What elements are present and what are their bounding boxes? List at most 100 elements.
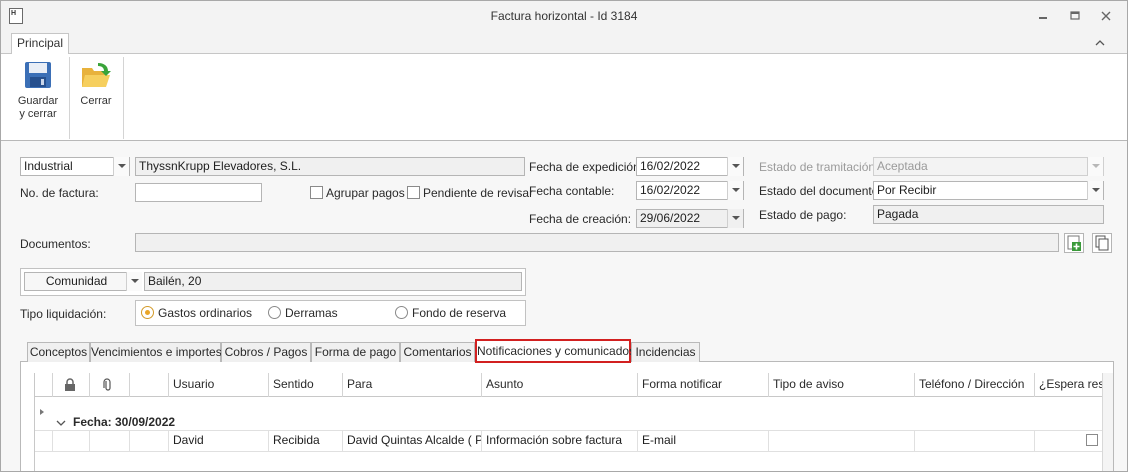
ribbon-tab-bar bbox=[1, 31, 1127, 53]
col-sentido[interactable]: Sentido bbox=[269, 373, 343, 397]
fecha-creacion-label: Fecha de creación: bbox=[529, 212, 632, 226]
estado-pago-label: Estado de pago: bbox=[759, 208, 847, 222]
espera-respuesta-checkbox[interactable] bbox=[1086, 434, 1098, 446]
agrupar-label: Agrupar pagos bbox=[326, 186, 405, 200]
copy-icon bbox=[1095, 235, 1109, 251]
cell-espera-respuesta[interactable] bbox=[1035, 430, 1102, 451]
tab-incidencias[interactable]: Incidencias bbox=[631, 342, 700, 362]
estado-tramitacion-dropdown-icon bbox=[1087, 157, 1103, 176]
radio-gastos-ordinarios[interactable] bbox=[141, 306, 154, 319]
cell-blank bbox=[130, 430, 169, 451]
estado-documento-value: Por Recibir bbox=[877, 183, 937, 197]
col-asunto[interactable]: Asunto bbox=[482, 373, 638, 397]
ribbon-separator bbox=[123, 57, 124, 139]
radio-gastos-label: Gastos ordinarios bbox=[158, 306, 253, 320]
tab-forma-pago[interactable]: Forma de pago bbox=[311, 342, 400, 362]
floppy-disk-icon bbox=[25, 62, 51, 88]
grid-scrollbar[interactable] bbox=[1102, 373, 1113, 471]
close-button[interactable]: Cerrar bbox=[75, 57, 117, 108]
pendiente-label: Pendiente de revisar bbox=[423, 186, 534, 200]
fecha-contable-value: 16/02/2022 bbox=[640, 183, 701, 197]
radio-fondo-label: Fondo de reserva bbox=[412, 306, 507, 320]
minimize-icon[interactable] bbox=[1035, 8, 1051, 24]
col-indicator bbox=[35, 373, 53, 397]
radio-derramas[interactable] bbox=[268, 306, 281, 319]
col-forma-notificar[interactable]: Forma notificar bbox=[638, 373, 769, 397]
col-usuario[interactable]: Usuario bbox=[169, 373, 269, 397]
tipo-dropdown-icon[interactable] bbox=[113, 157, 129, 176]
col-blank bbox=[130, 373, 169, 397]
col-espera-respuesta[interactable]: ¿Espera resp bbox=[1035, 373, 1102, 397]
group-date-label: Fecha: 30/09/2022 bbox=[73, 415, 176, 429]
save-close-button[interactable]: Guardar y cerrar bbox=[13, 57, 63, 121]
ribbon-separator bbox=[69, 57, 70, 139]
tipo-value: Industrial bbox=[24, 159, 73, 173]
ribbon-panel bbox=[1, 53, 1127, 141]
tab-comentarios[interactable]: Comentarios bbox=[400, 342, 475, 362]
estado-tramitacion-field: Aceptada bbox=[873, 157, 1104, 176]
lock-icon bbox=[65, 378, 75, 391]
col-attachment[interactable] bbox=[90, 373, 130, 397]
col-tipo-aviso[interactable]: Tipo de aviso bbox=[769, 373, 915, 397]
estado-documento-dropdown-icon[interactable] bbox=[1087, 181, 1103, 200]
main-window: H Factura horizontal - Id 3184 Principal… bbox=[0, 0, 1128, 472]
col-para[interactable]: Para bbox=[343, 373, 482, 397]
cell-tipo-aviso[interactable] bbox=[769, 430, 915, 451]
open-folder-icon bbox=[82, 63, 111, 87]
cell-para[interactable]: David Quintas Alcalde ( P… bbox=[343, 430, 482, 451]
col-telefono[interactable]: Teléfono / Dirección bbox=[915, 373, 1035, 397]
tab-conceptos[interactable]: Conceptos bbox=[27, 342, 90, 362]
cell-forma-notificar[interactable]: E-mail bbox=[638, 430, 769, 451]
cell-asunto[interactable]: Información sobre factura bbox=[482, 430, 638, 451]
pendiente-checkbox[interactable] bbox=[407, 186, 420, 199]
cell-usuario[interactable]: David bbox=[169, 430, 269, 451]
comunidad-type-dropdown-icon[interactable] bbox=[126, 272, 142, 291]
radio-fondo-reserva[interactable] bbox=[395, 306, 408, 319]
add-document-button[interactable] bbox=[1064, 233, 1084, 253]
group-row-spacer bbox=[35, 397, 36, 431]
agrupar-checkbox[interactable] bbox=[310, 186, 323, 199]
proveedor-field[interactable]: ThyssnKrupp Elevadores, S.L. bbox=[135, 157, 525, 176]
window-title: Factura horizontal - Id 3184 bbox=[490, 9, 638, 23]
cell-telefono[interactable] bbox=[915, 430, 1035, 451]
fecha-expedicion-value: 16/02/2022 bbox=[640, 159, 701, 173]
factura-input[interactable] bbox=[135, 183, 262, 202]
copy-document-button[interactable] bbox=[1092, 233, 1112, 253]
factura-label: No. de factura: bbox=[20, 186, 99, 200]
radio-derramas-label: Derramas bbox=[285, 306, 338, 320]
comunidad-field[interactable]: Bailén, 20 bbox=[144, 272, 522, 291]
group-expand-icon[interactable] bbox=[56, 417, 66, 427]
col-lock[interactable] bbox=[53, 373, 90, 397]
collapse-ribbon-icon[interactable] bbox=[1094, 37, 1106, 49]
tab-notificaciones[interactable]: Notificaciones y comunicados bbox=[475, 339, 635, 363]
restore-icon[interactable] bbox=[1067, 8, 1083, 24]
fecha-contable-label: Fecha contable: bbox=[529, 184, 615, 198]
row-pointer-icon bbox=[38, 406, 46, 416]
cell-sentido[interactable]: Recibida bbox=[269, 430, 343, 451]
tab-principal[interactable]: Principal bbox=[11, 33, 69, 54]
fecha-expedicion-dropdown-icon[interactable] bbox=[727, 157, 743, 176]
close-window-icon[interactable] bbox=[1098, 8, 1114, 24]
save-label-line2: y cerrar bbox=[19, 108, 57, 120]
fecha-contable-dropdown-icon[interactable] bbox=[727, 181, 743, 200]
add-document-icon bbox=[1067, 235, 1081, 251]
comunidad-type-value: Comunidad bbox=[45, 274, 108, 288]
fecha-creacion-value: 29/06/2022 bbox=[640, 211, 701, 225]
paperclip-icon bbox=[103, 378, 111, 391]
estado-pago-field: Pagada bbox=[873, 205, 1104, 224]
tab-vencimientos[interactable]: Vencimientos e importes bbox=[90, 342, 222, 362]
comunidad-type-select[interactable]: Comunidad bbox=[24, 272, 142, 291]
estado-tramitacion-label: Estado de tramitación: bbox=[759, 160, 879, 174]
save-label-line1: Guardar bbox=[17, 95, 59, 107]
estado-documento-select[interactable]: Por Recibir bbox=[873, 181, 1104, 200]
cell-lock bbox=[53, 430, 90, 451]
documentos-field[interactable] bbox=[135, 233, 1059, 252]
fecha-creacion-dropdown-icon bbox=[727, 209, 743, 228]
fecha-expedicion-label: Fecha de expedición: bbox=[529, 160, 644, 174]
estado-documento-label: Estado del documento: bbox=[759, 184, 882, 198]
tab-cobros-pagos[interactable]: Cobros / Pagos bbox=[221, 342, 311, 362]
tipo-liquidacion-label: Tipo liquidación: bbox=[20, 307, 107, 321]
estado-tramitacion-value: Aceptada bbox=[877, 159, 928, 173]
documentos-label: Documentos: bbox=[20, 237, 91, 251]
cell-indicator bbox=[35, 430, 53, 451]
